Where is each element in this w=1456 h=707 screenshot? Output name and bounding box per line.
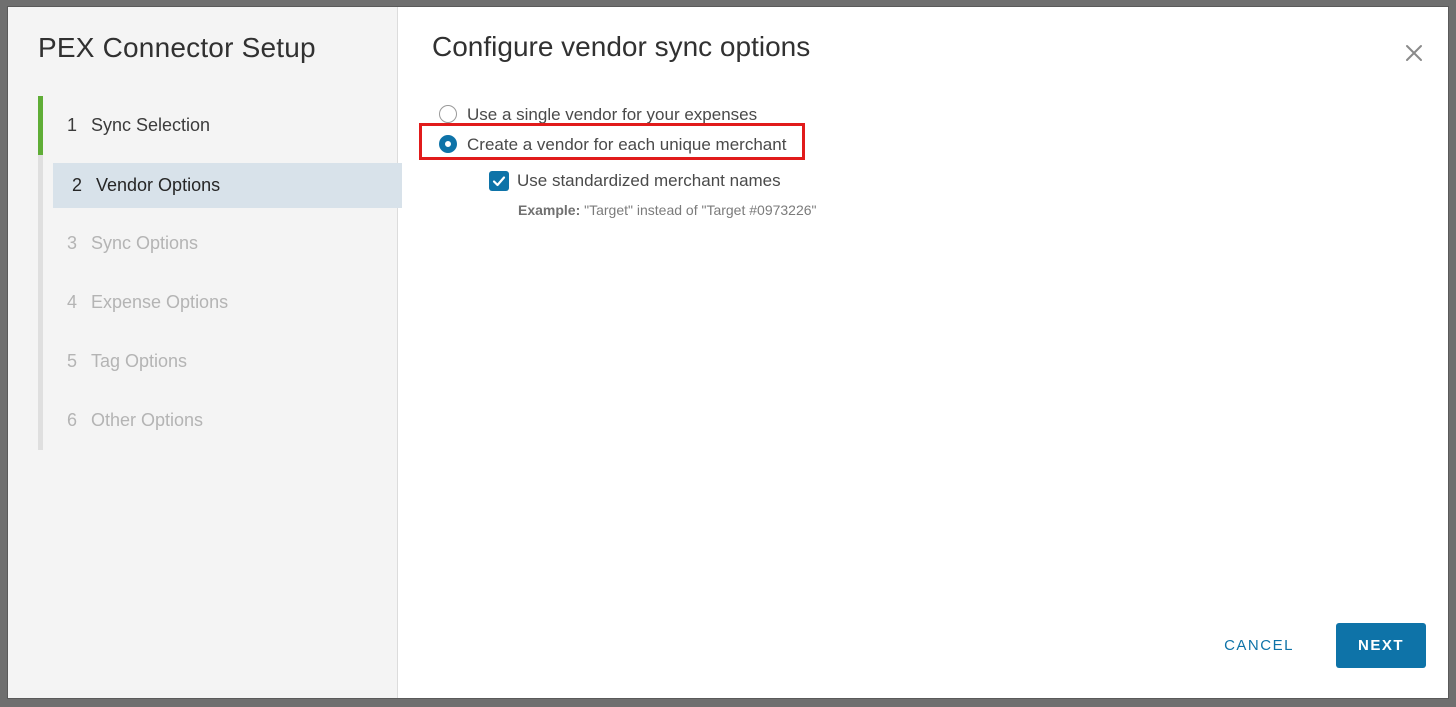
example-hint: Example: "Target" instead of "Target #09…	[518, 202, 817, 218]
close-button[interactable]	[1400, 39, 1428, 67]
step-number: 1	[67, 115, 78, 135]
checkbox-standardized-names[interactable]: Use standardized merchant names	[488, 169, 781, 193]
step-label: Tag Options	[91, 351, 188, 371]
page-title: Configure vendor sync options	[432, 31, 811, 62]
radio-button[interactable]	[439, 135, 457, 153]
step-number: 5	[67, 351, 78, 371]
hint-prefix: Example:	[518, 202, 581, 218]
radio-label: Create a vendor for each unique merchant	[467, 135, 787, 154]
step-other-options: 6 Other Options	[43, 391, 402, 450]
step-label: Other Options	[91, 410, 204, 430]
vendor-options-group: Use a single vendor for your expenses Cr…	[438, 100, 786, 160]
hint-text: "Target" instead of "Target #0973226"	[580, 202, 817, 218]
checkbox-label: Use standardized merchant names	[517, 171, 781, 190]
step-vendor-options[interactable]: 2 Vendor Options	[53, 163, 402, 208]
wizard-title: PEX Connector Setup	[38, 32, 316, 63]
radio-single-vendor[interactable]: Use a single vendor for your expenses	[438, 100, 786, 130]
radio-button[interactable]	[439, 105, 457, 123]
step-label: Sync Selection	[91, 115, 211, 135]
step-number: 4	[67, 292, 78, 312]
wizard-steps: 1 Sync Selection 2 Vendor Options 3 Sync Op…	[38, 96, 402, 450]
step-expense-options: 4 Expense Options	[43, 273, 402, 332]
step-label: Expense Options	[91, 292, 229, 312]
wizard-sidebar: PEX Connector Setup 1 Sync Selection 2 Ven…	[8, 7, 402, 698]
step-tag-options: 5 Tag Options	[43, 332, 402, 391]
close-icon	[1406, 45, 1422, 61]
step-number: 2	[72, 175, 83, 195]
radio-vendor-per-merchant[interactable]: Create a vendor for each unique merchant	[438, 130, 786, 160]
step-label: Vendor Options	[96, 175, 221, 195]
cancel-button[interactable]: CANCEL	[1214, 623, 1304, 668]
radio-label: Use a single vendor for your expenses	[467, 105, 758, 124]
step-label: Sync Options	[91, 233, 199, 253]
setup-dialog: PEX Connector Setup 1 Sync Selection 2 Ven…	[8, 7, 1448, 698]
step-sync-options: 3 Sync Options	[43, 214, 402, 273]
step-sync-selection[interactable]: 1 Sync Selection	[38, 96, 402, 155]
step-number: 6	[67, 410, 78, 430]
step-number: 3	[67, 233, 78, 253]
checkbox[interactable]	[489, 171, 509, 191]
step-content: Configure vendor sync options Use a sing…	[398, 7, 1448, 698]
next-button[interactable]: NEXT	[1336, 623, 1426, 668]
checkmark-icon	[492, 176, 506, 187]
